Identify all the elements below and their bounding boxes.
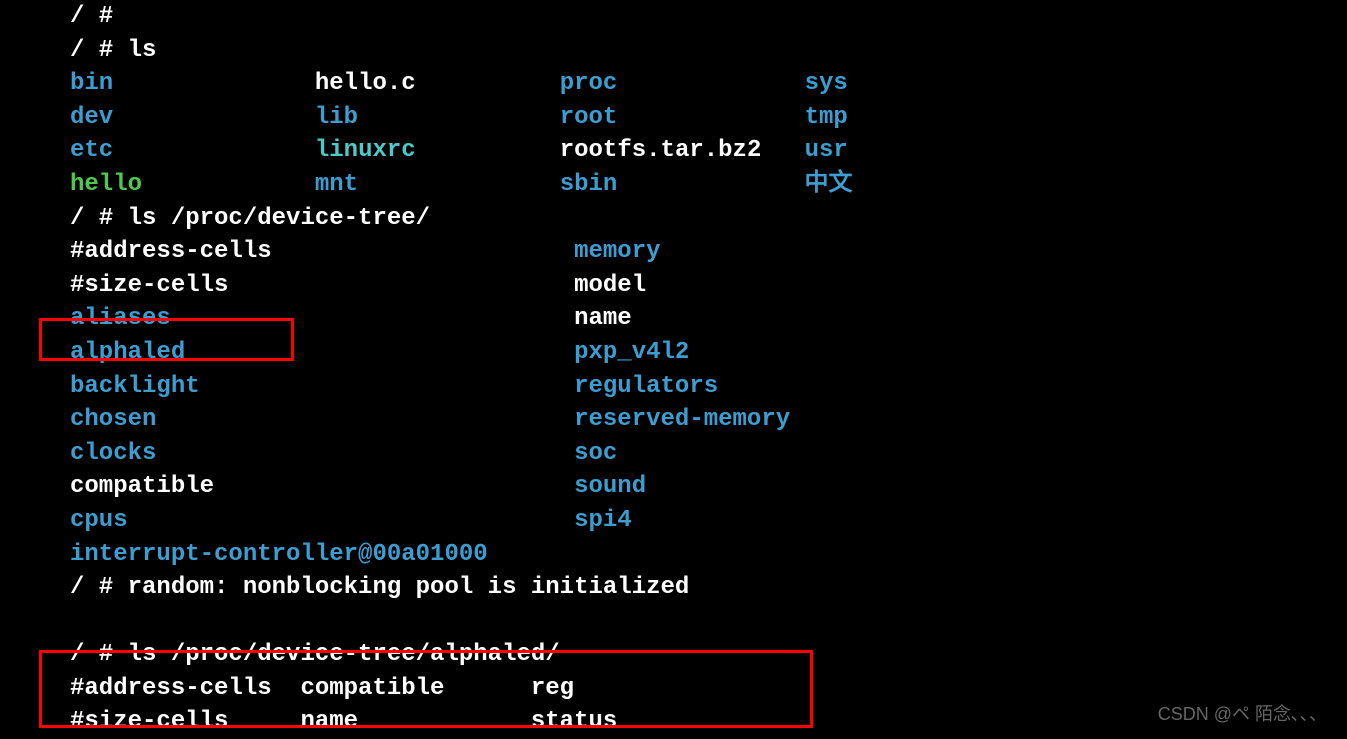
terminal-segment: [358, 171, 560, 198]
terminal-line: backlight regulators: [70, 370, 1347, 404]
terminal-segment: [113, 70, 315, 97]
terminal-line: chosen reserved-memory: [70, 403, 1347, 437]
terminal-line: #address-cells compatible reg: [70, 672, 1347, 706]
terminal-output[interactable]: / #/ # lsbin hello.c proc sysdev lib roo…: [0, 0, 1347, 739]
terminal-segment: [113, 104, 315, 131]
terminal-segment: tmp: [805, 104, 848, 131]
terminal-segment: etc: [70, 137, 113, 164]
terminal-segment: root: [560, 104, 618, 131]
terminal-segment: proc: [560, 70, 618, 97]
terminal-segment: [272, 238, 574, 265]
terminal-line: / # ls /proc/device-tree/: [70, 202, 1347, 236]
terminal-segment: 中文: [805, 171, 853, 198]
terminal-segment: reserved-memory: [574, 406, 790, 433]
terminal-line: clocks soc: [70, 437, 1347, 471]
terminal-line: cpus spi4: [70, 504, 1347, 538]
terminal-line: compatible sound: [70, 470, 1347, 504]
terminal-segment: backlight: [70, 373, 200, 400]
terminal-segment: lib: [315, 104, 358, 131]
terminal-segment: / #: [70, 3, 113, 30]
terminal-segment: memory: [574, 238, 660, 265]
terminal-line: / # ls: [70, 34, 1347, 68]
terminal-segment: [617, 70, 804, 97]
terminal-line: bin hello.c proc sys: [70, 67, 1347, 101]
terminal-segment: [185, 339, 574, 366]
terminal-segment: [171, 305, 574, 332]
terminal-line: / # ls /proc/device-tree/alphaled/: [70, 638, 1347, 672]
terminal-line: / #: [70, 0, 1347, 34]
terminal-segment: chosen: [70, 406, 156, 433]
terminal-segment: / # random: nonblocking pool is initiali…: [70, 574, 689, 601]
terminal-segment: [200, 373, 574, 400]
terminal-segment: / # ls /proc/device-tree/alphaled/: [70, 641, 560, 668]
terminal-line: #size-cells model: [70, 269, 1347, 303]
terminal-segment: [761, 137, 804, 164]
watermark: CSDN @ペ 陌念､､、: [1158, 702, 1327, 727]
terminal-segment: mnt: [315, 171, 358, 198]
terminal-segment: bin: [70, 70, 113, 97]
terminal-segment: compatible: [70, 473, 214, 500]
terminal-segment: [214, 473, 574, 500]
terminal-segment: [113, 137, 315, 164]
terminal-segment: [617, 171, 804, 198]
terminal-line: / # random: nonblocking pool is initiali…: [70, 571, 1347, 605]
terminal-segment: / # ls /proc/device-tree/: [70, 205, 430, 232]
terminal-line: hello mnt sbin 中文: [70, 168, 1347, 202]
terminal-segment: cpus: [70, 507, 128, 534]
terminal-segment: sys: [805, 70, 848, 97]
terminal-segment: #size-cells: [70, 272, 228, 299]
terminal-segment: hello: [70, 171, 142, 198]
terminal-segment: / # ls: [70, 37, 156, 64]
terminal-segment: [416, 137, 560, 164]
terminal-segment: sound: [574, 473, 646, 500]
terminal-line: dev lib root tmp: [70, 101, 1347, 135]
terminal-segment: dev: [70, 104, 113, 131]
terminal-segment: name: [574, 305, 632, 332]
terminal-segment: [156, 406, 574, 433]
terminal-segment: [228, 272, 574, 299]
terminal-segment: #address-cells: [70, 238, 272, 265]
terminal-segment: spi4: [574, 507, 632, 534]
terminal-segment: [617, 104, 804, 131]
terminal-segment: [142, 171, 315, 198]
terminal-segment: regulators: [574, 373, 718, 400]
terminal-segment: interrupt-controller@00a01000: [70, 541, 488, 568]
terminal-line: etc linuxrc rootfs.tar.bz2 usr: [70, 134, 1347, 168]
terminal-segment: rootfs.tar.bz2: [560, 137, 762, 164]
terminal-line: alphaled pxp_v4l2: [70, 336, 1347, 370]
terminal-segment: sbin: [560, 171, 618, 198]
terminal-line: interrupt-controller@00a01000: [70, 538, 1347, 572]
terminal-segment: [128, 507, 574, 534]
terminal-segment: alphaled: [70, 339, 185, 366]
terminal-segment: clocks: [70, 440, 156, 467]
terminal-segment: pxp_v4l2: [574, 339, 689, 366]
terminal-segment: #size-cells name status: [70, 708, 617, 735]
terminal-segment: [358, 104, 560, 131]
terminal-segment: aliases: [70, 305, 171, 332]
terminal-line: #address-cells memory: [70, 235, 1347, 269]
terminal-segment: model: [574, 272, 646, 299]
terminal-segment: [416, 70, 560, 97]
terminal-line: [70, 605, 1347, 639]
terminal-line: #size-cells name status: [70, 705, 1347, 739]
terminal-segment: #address-cells compatible reg: [70, 675, 574, 702]
terminal-line: aliases name: [70, 302, 1347, 336]
terminal-segment: soc: [574, 440, 617, 467]
terminal-segment: hello.c: [315, 70, 416, 97]
terminal-segment: linuxrc: [315, 137, 416, 164]
terminal-segment: usr: [805, 137, 848, 164]
terminal-segment: [156, 440, 574, 467]
